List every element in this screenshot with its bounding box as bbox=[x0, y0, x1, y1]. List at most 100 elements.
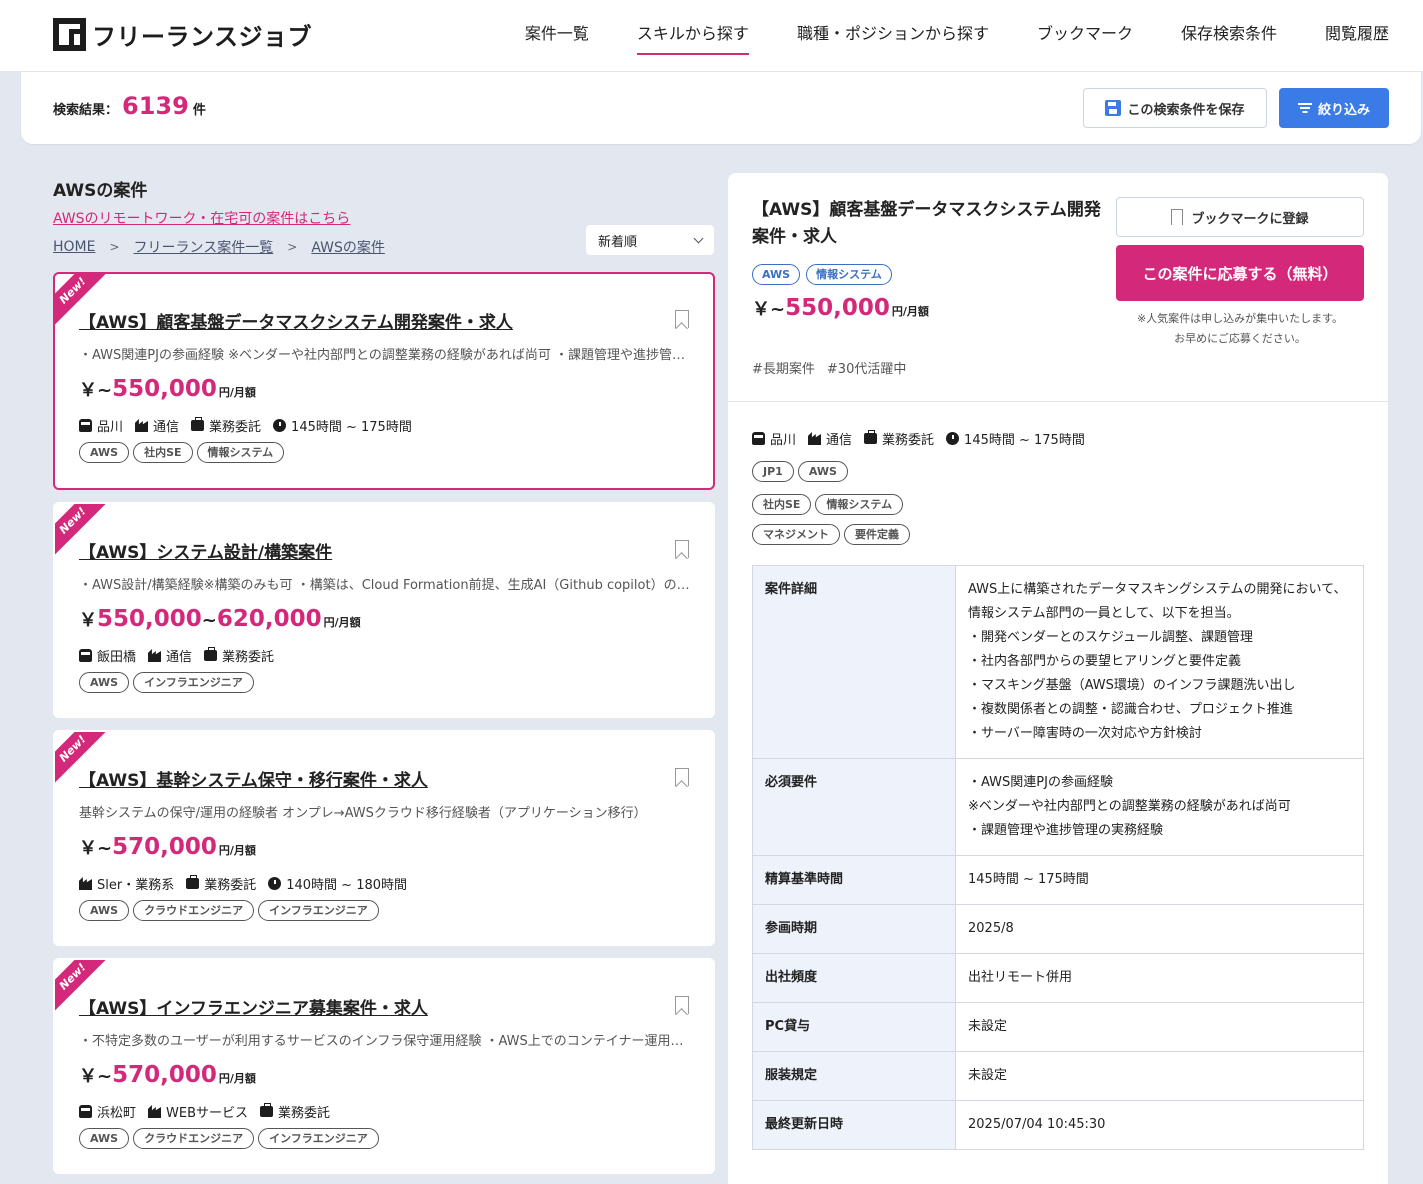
skill-tag[interactable]: AWS bbox=[79, 672, 130, 693]
skill-tag[interactable]: マネジメント bbox=[752, 524, 840, 545]
job-card-price: ￥~ 570,000 円/月額 bbox=[79, 1062, 256, 1088]
table-value-cell: 145時間 ~ 175時間 bbox=[955, 855, 1364, 905]
job-card[interactable]: New! 【AWS】顧客基盤データマスクシステム開発案件・求人 ・AWS関連PJ… bbox=[53, 272, 715, 490]
bookmark-icon[interactable] bbox=[675, 310, 689, 328]
job-card-title[interactable]: 【AWS】インフラエンジニア募集案件・求人 bbox=[79, 994, 428, 1019]
skill-tag[interactable]: AWS bbox=[79, 442, 130, 463]
skill-tag[interactable]: 社内SE bbox=[133, 442, 193, 463]
job-card-description: 基幹システムの保守/運用の経験者 オンプレ→AWSクラウド移行経験者（アプリケー… bbox=[79, 806, 647, 821]
skill-tag[interactable]: 情報システム bbox=[815, 494, 904, 515]
table-row: 出社頻度 出社リモート併用 bbox=[752, 953, 1364, 1003]
hashtag[interactable]: #長期案件 bbox=[752, 358, 815, 377]
table-row: 服装規定 未設定 bbox=[752, 1051, 1364, 1101]
filter-button[interactable]: 絞り込み bbox=[1279, 88, 1389, 128]
detail-price: ￥~ 550,000 円/月額 bbox=[752, 295, 929, 321]
contract-type: 業務委託 bbox=[204, 878, 257, 893]
bookmark-icon[interactable] bbox=[675, 768, 689, 786]
skill-tag[interactable]: AWS bbox=[79, 1128, 130, 1149]
clock-icon bbox=[946, 432, 960, 445]
nav-saved-searches[interactable]: 保存検索条件 bbox=[1157, 0, 1301, 72]
price-unit: 円/月額 bbox=[891, 305, 929, 318]
job-card-title[interactable]: 【AWS】顧客基盤データマスクシステム開発案件・求人 bbox=[79, 308, 513, 333]
result-count-unit: 件 bbox=[192, 103, 206, 118]
job-card-price: ￥~ 550,000 円/月額 bbox=[79, 376, 256, 402]
nav-bookmarks[interactable]: ブックマーク bbox=[1013, 0, 1157, 72]
skill-tag[interactable]: インフラエンジニア bbox=[258, 1128, 379, 1149]
skill-tag[interactable]: AWS bbox=[79, 900, 130, 921]
remote-jobs-link[interactable]: AWSのリモートワーク・在宅可の案件はこちら bbox=[53, 208, 350, 228]
nav-search-by-position[interactable]: 職種・ポジションから探す bbox=[773, 0, 1013, 72]
briefcase-icon bbox=[864, 430, 878, 444]
job-card-tags: AWS インフラエンジニア bbox=[79, 672, 254, 693]
job-detail-panel: 【AWS】顧客基盤データマスクシステム開発案件・求人 AWS 情報システム ￥~… bbox=[728, 173, 1388, 1184]
nav-project-list[interactable]: 案件一覧 bbox=[501, 0, 613, 72]
category-tag[interactable]: AWS bbox=[752, 264, 801, 285]
job-card[interactable]: New! 【AWS】基幹システム保守・移行案件・求人 基幹システムの保守/運用の… bbox=[53, 730, 715, 946]
skill-tag[interactable]: インフラエンジニア bbox=[133, 672, 254, 693]
contract-type: 業務委託 bbox=[278, 1106, 331, 1121]
site-logo[interactable]: フリーランスジョブ bbox=[53, 17, 312, 52]
result-count-number: 6139 bbox=[122, 92, 189, 120]
skill-tag[interactable]: JP1 bbox=[752, 461, 794, 482]
industry-icon bbox=[148, 1105, 162, 1118]
price-amount: 570,000 bbox=[112, 834, 217, 860]
skill-tag[interactable]: クラウドエンジニア bbox=[133, 1128, 255, 1149]
skill-tag-row: マネジメント 要件定義 bbox=[752, 524, 910, 545]
category-tag[interactable]: 情報システム bbox=[806, 264, 892, 285]
nav-history[interactable]: 閲覧履歴 bbox=[1301, 0, 1389, 72]
breadcrumb-home[interactable]: HOME bbox=[53, 239, 95, 255]
briefcase-icon bbox=[260, 1103, 274, 1117]
skill-tag[interactable]: 社内SE bbox=[752, 494, 812, 515]
save-search-button[interactable]: この検索条件を保存 bbox=[1083, 88, 1267, 128]
breadcrumb-project-list[interactable]: フリーランス案件一覧 bbox=[134, 237, 274, 257]
skill-tag[interactable]: インフラエンジニア bbox=[258, 900, 379, 921]
price-unit: 円/月額 bbox=[323, 616, 361, 629]
table-row: PC貸与 未設定 bbox=[752, 1002, 1364, 1052]
job-card-tags: AWS クラウドエンジニア インフラエンジニア bbox=[79, 1128, 379, 1149]
job-card-title[interactable]: 【AWS】基幹システム保守・移行案件・求人 bbox=[79, 766, 428, 791]
bookmark-button[interactable]: ブックマークに登録 bbox=[1116, 197, 1364, 237]
job-card-description: ・AWS設計/構築経験※構築のみも可 ・構築は、Cloud Formation前… bbox=[79, 578, 691, 593]
table-header-cell: 出社頻度 bbox=[752, 953, 956, 1003]
table-value-cell: 出社リモート併用 bbox=[955, 953, 1364, 1003]
bookmark-icon[interactable] bbox=[675, 540, 689, 558]
price-prefix: ￥ bbox=[79, 610, 97, 631]
detail-category-tags: AWS 情報システム bbox=[752, 264, 892, 285]
job-card-description: ・不特定多数のユーザーが利用するサービスのインフラ保守運用経験 ・AWS上でのコ… bbox=[79, 1034, 691, 1049]
breadcrumb-current[interactable]: AWSの案件 bbox=[311, 237, 385, 257]
industry-icon bbox=[808, 432, 822, 445]
job-card-price: ￥ 550,000 ~ 620,000 円/月額 bbox=[79, 606, 361, 632]
table-header-cell: 服装規定 bbox=[752, 1051, 956, 1101]
industry: Sler・業務系 bbox=[97, 878, 175, 893]
apply-button[interactable]: この案件に応募する（無料） bbox=[1116, 245, 1364, 301]
station: 品川 bbox=[97, 420, 124, 435]
bookmark-icon[interactable] bbox=[675, 996, 689, 1014]
chevron-right-icon: > bbox=[287, 240, 298, 254]
job-card[interactable]: New! 【AWS】インフラエンジニア募集案件・求人 ・不特定多数のユーザーが利… bbox=[53, 958, 715, 1174]
bookmark-icon bbox=[1171, 209, 1184, 225]
work-hours: 140時間 ~ 180時間 bbox=[286, 878, 408, 893]
price-max: 620,000 bbox=[216, 606, 322, 632]
industry: 通信 bbox=[826, 433, 853, 448]
table-value-cell: 未設定 bbox=[955, 1002, 1364, 1052]
work-hours: 145時間 ~ 175時間 bbox=[291, 420, 412, 435]
job-card[interactable]: New! 【AWS】システム設計/構築案件 ・AWS設計/構築経験※構築のみも可… bbox=[53, 502, 715, 718]
hashtag[interactable]: #30代活躍中 bbox=[827, 358, 906, 377]
job-card-title[interactable]: 【AWS】システム設計/構築案件 bbox=[79, 538, 332, 563]
sort-value: 新着順 bbox=[598, 234, 638, 250]
skill-tag[interactable]: 要件定義 bbox=[844, 524, 910, 545]
briefcase-icon bbox=[204, 647, 218, 661]
apply-note-line: お早めにご応募ください。 bbox=[1174, 332, 1306, 345]
table-header-cell: 必須要件 bbox=[752, 758, 956, 856]
industry: 通信 bbox=[153, 420, 180, 435]
sort-select[interactable]: 新着順 bbox=[586, 225, 714, 255]
price-range-separator: ~ bbox=[201, 610, 217, 631]
breadcrumb: HOME > フリーランス案件一覧 > AWSの案件 bbox=[53, 237, 385, 257]
price-prefix: ￥~ bbox=[79, 1066, 113, 1087]
nav-search-by-skill[interactable]: スキルから探す bbox=[613, 0, 773, 72]
skill-tag[interactable]: AWS bbox=[797, 461, 848, 482]
skill-tag[interactable]: クラウドエンジニア bbox=[133, 900, 255, 921]
skill-tag[interactable]: 情報システム bbox=[196, 442, 285, 463]
table-value-cell: 未設定 bbox=[955, 1051, 1364, 1101]
price-min: 550,000 bbox=[97, 606, 202, 632]
